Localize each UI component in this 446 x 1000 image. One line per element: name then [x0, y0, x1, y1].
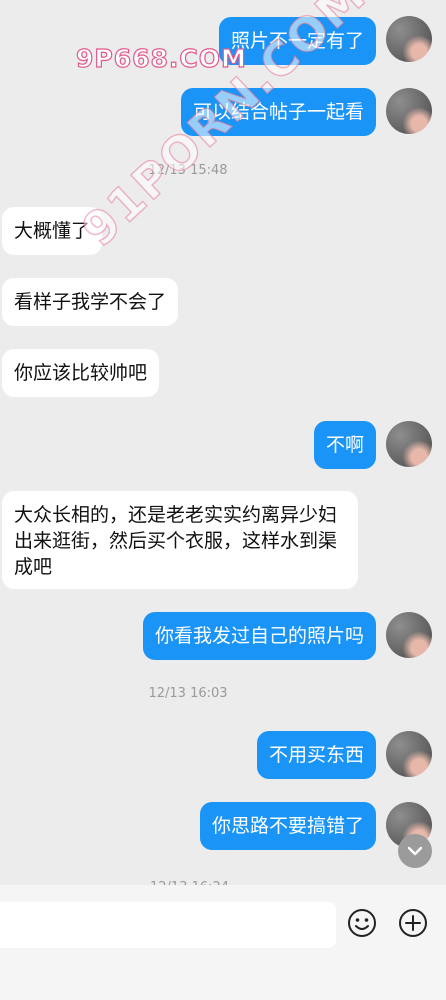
- avatar[interactable]: [386, 16, 432, 62]
- message-bubble-sent[interactable]: 你思路不要搞错了: [199, 802, 376, 850]
- avatar[interactable]: [386, 421, 432, 467]
- avatar[interactable]: [386, 88, 432, 134]
- message-bubble-sent[interactable]: 不啊: [313, 421, 376, 469]
- avatar[interactable]: [386, 612, 432, 658]
- watermark-top: 9P668.COM: [75, 43, 247, 73]
- avatar[interactable]: [386, 731, 432, 777]
- message-bubble-sent[interactable]: 不用买东西: [256, 731, 376, 779]
- message-input[interactable]: [0, 902, 336, 948]
- message-bubble-sent[interactable]: 你看我发过自己的照片吗: [142, 612, 376, 660]
- plus-circle-icon: [399, 909, 427, 937]
- add-button[interactable]: [397, 907, 429, 939]
- emoji-button[interactable]: [346, 907, 378, 939]
- message-bubble-received[interactable]: 看样子我学不会了: [2, 278, 179, 326]
- message-bubble-received[interactable]: 大众长相的，还是老老实实约离异少妇 出来逛街，然后买个衣服，这样水到渠 成吧: [2, 491, 358, 589]
- message-bubble-received[interactable]: 你应该比较帅吧: [2, 349, 160, 397]
- timestamp: 12/13 16:03: [148, 686, 228, 701]
- smiley-icon: [348, 909, 376, 937]
- scroll-down-button[interactable]: [398, 834, 432, 868]
- input-bar: [0, 885, 446, 1000]
- chevron-down-icon: [407, 846, 423, 856]
- chat-area[interactable]: 照片不一定有了 可以结合帖子一起看 12/13 15:48 大概懂了 看样子我学…: [0, 0, 446, 885]
